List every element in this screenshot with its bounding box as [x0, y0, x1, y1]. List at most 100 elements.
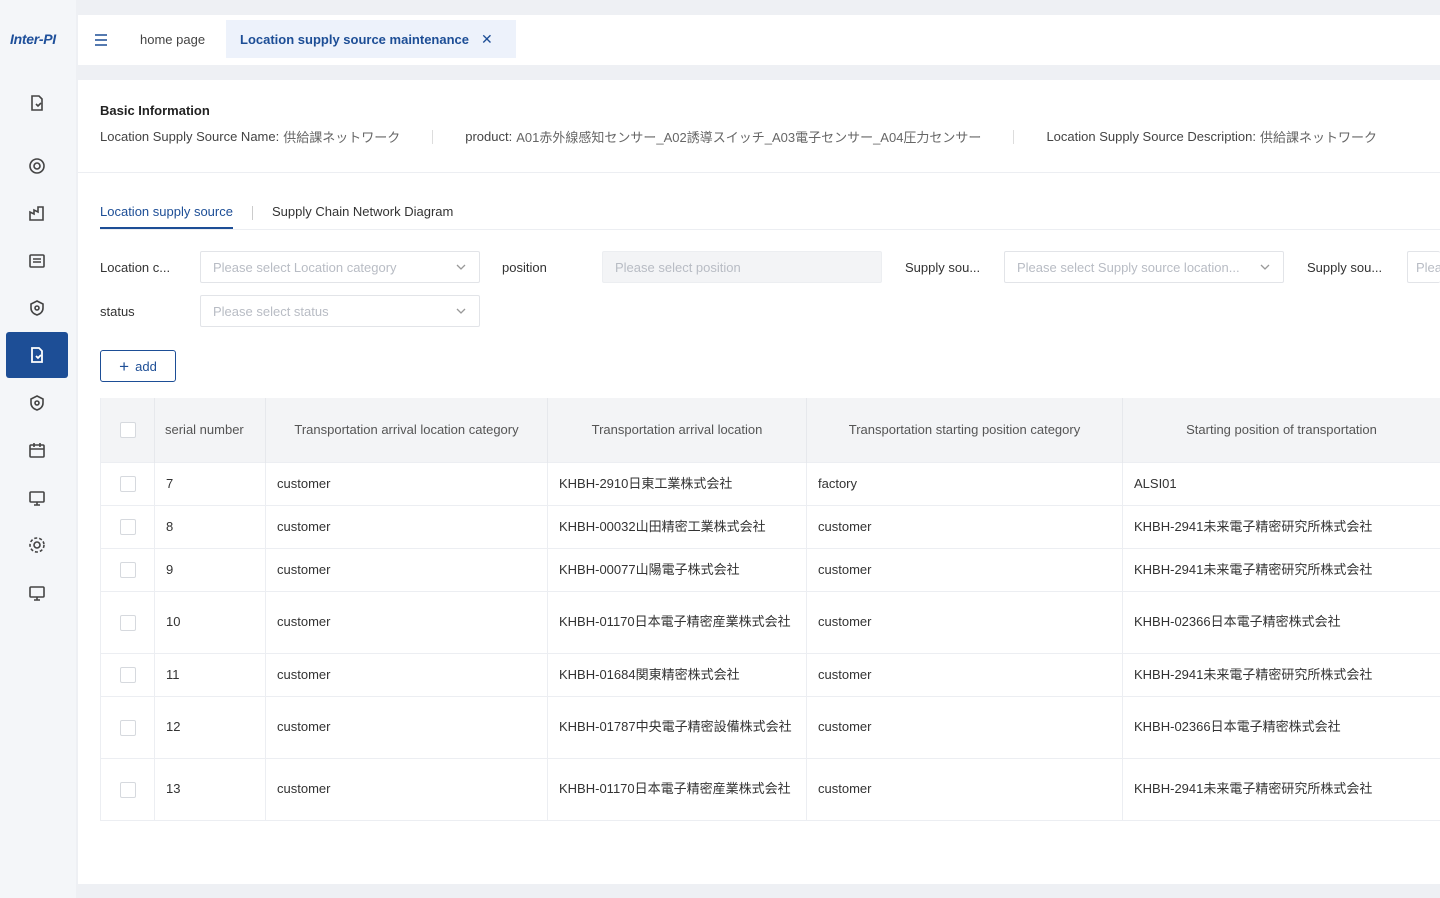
name-label: Location Supply Source Name:: [100, 129, 280, 144]
divider: [432, 129, 434, 144]
subtab-location-supply-source[interactable]: Location supply source: [100, 204, 233, 229]
plus-icon: +: [119, 356, 130, 376]
table-row[interactable]: 12 customer KHBH-01787中央電子精密設備株式会社 custo…: [100, 695, 1440, 758]
sidebar: Inter-PI: [0, 0, 76, 898]
cell-starting-category: customer: [806, 504, 1123, 548]
calendar-icon: [29, 443, 45, 458]
cell-arrival-location: KHBH-2910日東工業株式会社: [547, 461, 807, 505]
app-logo: Inter-PI: [10, 31, 56, 47]
cell-starting-category: customer: [806, 547, 1123, 591]
sidebar-item-list[interactable]: [6, 238, 68, 284]
column-header: serial number: [154, 398, 266, 462]
sidebar-item-calendar[interactable]: [6, 427, 68, 473]
cell-arrival-category: customer: [265, 652, 548, 696]
column-header: Transportation starting position categor…: [806, 398, 1123, 462]
factory-icon: [29, 206, 44, 221]
supply-source-location-placeholder: Please select Supply source location...: [1017, 259, 1240, 275]
target-icon: [29, 158, 45, 174]
status-select[interactable]: Please select status: [200, 295, 480, 327]
cell-arrival-location: KHBH-00032山田精密工業株式会社: [547, 504, 807, 548]
close-icon[interactable]: ✕: [481, 31, 493, 48]
status-placeholder: Please select status: [213, 303, 329, 319]
table-row[interactable]: 9 customer KHBH-00077山陽電子株式会社 customer K…: [100, 547, 1440, 591]
cell-starting-category: customer: [806, 652, 1123, 696]
sidebar-item-shield[interactable]: [6, 285, 68, 331]
row-checkbox[interactable]: [119, 519, 136, 536]
description-value: 供給課ネットワーク: [1260, 130, 1378, 145]
cell-starting-position: KHBH-02366日本電子精密株式会社: [1122, 695, 1440, 758]
chevron-down-icon: [456, 264, 466, 270]
description-label: Location Supply Source Description:: [1046, 129, 1256, 144]
supply-source-select[interactable]: Plea: [1407, 251, 1440, 283]
row-select-cell: [100, 695, 155, 758]
location-category-select[interactable]: Please select Location category: [200, 251, 480, 283]
sidebar-item-location-supply[interactable]: [6, 332, 68, 378]
cell-serial-number: 8: [154, 504, 266, 548]
section-title: Basic Information: [100, 103, 210, 118]
row-select-cell: [100, 652, 155, 696]
cell-arrival-category: customer: [265, 590, 548, 653]
chevron-down-icon: [1260, 264, 1270, 270]
sidebar-item-gear[interactable]: [6, 522, 68, 568]
status-label: status: [100, 304, 135, 319]
name-value: 供給課ネットワーク: [283, 130, 401, 145]
supply-source-location-select[interactable]: Please select Supply source location...: [1004, 251, 1284, 283]
sidebar-item-monitor[interactable]: [6, 475, 68, 521]
select-all-checkbox[interactable]: [119, 422, 136, 439]
subtab-divider: [251, 206, 253, 220]
monitor-icon: [29, 586, 45, 601]
cell-starting-position: ALSI01: [1122, 461, 1440, 505]
column-header: Transportation arrival location: [547, 398, 807, 462]
sidebar-item-monitor-2[interactable]: [6, 570, 68, 616]
row-checkbox[interactable]: [119, 562, 136, 579]
cell-starting-position: KHBH-02366日本電子精密株式会社: [1122, 590, 1440, 653]
shield-icon: [30, 300, 44, 316]
table-row[interactable]: 7 customer KHBH-2910日東工業株式会社 factory ALS…: [100, 461, 1440, 505]
row-checkbox[interactable]: [119, 781, 136, 798]
tab-location-supply-source[interactable]: Location supply source maintenance ✕: [226, 20, 516, 58]
chevron-down-icon: [456, 308, 466, 314]
row-checkbox[interactable]: [119, 667, 136, 684]
cell-serial-number: 10: [154, 590, 266, 653]
menu-icon[interactable]: [92, 31, 110, 49]
cell-serial-number: 13: [154, 757, 266, 821]
cell-starting-position: KHBH-2941未来電子精密研究所株式会社: [1122, 504, 1440, 548]
subtab-supply-chain-diagram[interactable]: Supply Chain Network Diagram: [272, 204, 453, 227]
tab-bar: home page Location supply source mainten…: [78, 15, 1440, 65]
cell-serial-number: 12: [154, 695, 266, 758]
table-row[interactable]: 10 customer KHBH-01170日本電子精密産業株式会社 custo…: [100, 590, 1440, 653]
product-value: A01赤外線感知センサー_A02誘導スイッチ_A03電子センサー_A04圧力セン…: [516, 130, 982, 145]
product-label: product:: [465, 129, 513, 144]
document-icon: [31, 95, 43, 111]
sidebar-item-shield-2[interactable]: [6, 380, 68, 426]
sidebar-item-document[interactable]: [6, 80, 68, 126]
cell-arrival-category: customer: [265, 547, 548, 591]
row-checkbox[interactable]: [119, 476, 136, 493]
supply-source-label: Supply sou...: [1307, 260, 1383, 275]
supply-source-location-label: Supply sou...: [905, 260, 981, 275]
row-checkbox[interactable]: [119, 719, 136, 736]
cell-starting-category: customer: [806, 590, 1123, 653]
tab-home[interactable]: home page: [140, 32, 205, 47]
table-header-row: serial number Transportation arrival loc…: [100, 398, 1440, 462]
cell-arrival-location: KHBH-00077山陽電子株式会社: [547, 547, 807, 591]
position-select[interactable]: Please select position: [602, 251, 882, 283]
sidebar-item-target[interactable]: [6, 143, 68, 189]
subtabs-underline: [100, 229, 1440, 230]
tab-label: Location supply source maintenance: [240, 31, 469, 47]
cell-arrival-location: KHBH-01170日本電子精密産業株式会社: [547, 757, 807, 821]
cell-starting-position: KHBH-2941未来電子精密研究所株式会社: [1122, 757, 1440, 821]
table-row[interactable]: 8 customer KHBH-00032山田精密工業株式会社 customer…: [100, 504, 1440, 548]
add-button[interactable]: + add: [100, 350, 176, 382]
gear-icon: [29, 537, 45, 553]
cell-serial-number: 7: [154, 461, 266, 505]
table-row[interactable]: 11 customer KHBH-01684関東精密株式会社 customer …: [100, 652, 1440, 696]
row-checkbox[interactable]: [119, 614, 136, 631]
sidebar-item-factory[interactable]: [6, 190, 68, 236]
location-category-label: Location c...: [100, 260, 171, 275]
cell-arrival-location: KHBH-01170日本電子精密産業株式会社: [547, 590, 807, 653]
basic-info-row: Location Supply Source Name: 供給課ネットワーク p…: [100, 127, 1377, 146]
cell-starting-category: factory: [806, 461, 1123, 505]
row-select-cell: [100, 504, 155, 548]
table-row[interactable]: 13 customer KHBH-01170日本電子精密産業株式会社 custo…: [100, 757, 1440, 821]
